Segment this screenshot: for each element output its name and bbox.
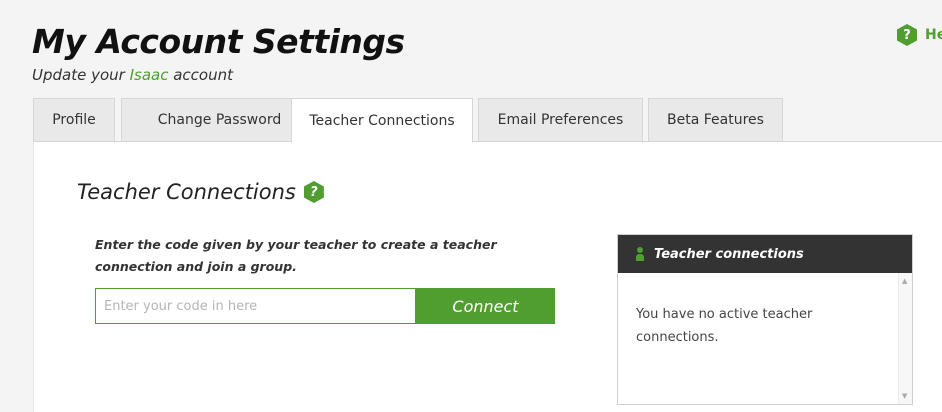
brand-name: Isaac [129,66,169,84]
tab-teacher-connections[interactable]: Teacher Connections [291,98,473,143]
tab-profile[interactable]: Profile [33,98,115,142]
subtitle-suffix: account [168,66,233,84]
teacher-connections-header-label: Teacher connections [654,246,804,262]
help-label: He [925,27,942,43]
scroll-up-icon[interactable]: ▲ [902,277,907,285]
tab-change-password[interactable]: Change Password [121,98,318,142]
teacher-connections-panel: Teacher connections You have no active t… [617,234,913,405]
teacher-connections-header: Teacher connections [618,235,912,273]
connection-instructions: Enter the code given by your teacher to … [95,237,497,274]
page-title: My Account Settings [32,22,405,61]
tab-label: Teacher Connections [309,112,455,129]
tab-label: Change Password [157,112,282,128]
subtitle-prefix: Update your [32,66,130,84]
no-connections-message: You have no active teacher connections. [636,307,813,345]
connect-button[interactable]: Connect [416,288,555,324]
tab-label: Profile [52,112,96,128]
teacher-code-input[interactable] [95,288,416,324]
teacher-connections-list: You have no active teacher connections. … [618,273,912,404]
help-icon: ? [897,24,917,46]
section-title-text: Teacher Connections [77,180,296,204]
scrollbar[interactable]: ▲ ▼ [898,273,912,404]
tab-email-preferences[interactable]: Email Preferences [478,98,643,142]
person-icon [636,247,644,261]
scroll-down-icon[interactable]: ▼ [902,392,907,400]
section-help-icon[interactable]: ? [303,181,324,203]
tab-beta-features[interactable]: Beta Features [648,98,783,142]
tab-label: Beta Features [667,112,764,128]
page-subtitle: Update your Isaac account [32,66,233,84]
help-link[interactable]: ? He [897,24,942,46]
section-title: Teacher Connections ? [77,180,324,204]
tab-label: Email Preferences [497,112,624,128]
